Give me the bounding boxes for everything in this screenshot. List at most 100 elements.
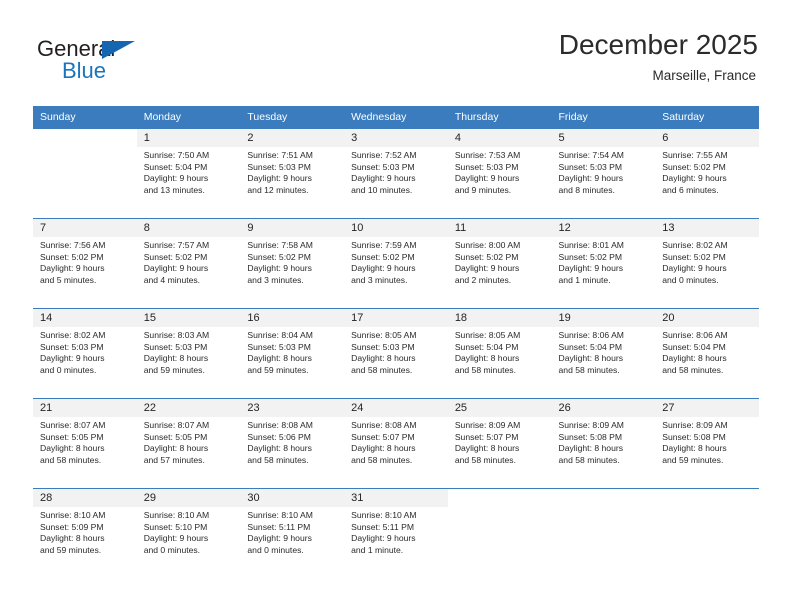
- sun-info-line: Sunrise: 7:52 AM: [351, 150, 417, 160]
- day-cell-11[interactable]: 11 Sunrise: 8:00 AM Sunset: 5:02 PM Dayligh…: [447, 219, 552, 308]
- day-sun-info: Sunrise: 8:05 AM Sunset: 5:04 PM Daylight:…: [448, 327, 552, 376]
- sun-info-line: Sunrise: 8:02 AM: [40, 330, 106, 340]
- sun-info-line: Daylight: 9 hours: [662, 263, 727, 274]
- day-cell-21[interactable]: 21 Sunrise: 8:07 AM Sunset: 5:05 PM Dayligh…: [33, 399, 137, 488]
- day-number: 15: [136, 309, 241, 327]
- day-cell-26[interactable]: 26 Sunrise: 8:09 AM Sunset: 5:08 PM Dayligh…: [551, 399, 656, 488]
- day-cell-13[interactable]: 13 Sunrise: 8:02 AM Sunset: 5:02 PM Dayligh…: [655, 219, 759, 308]
- day-cell-19[interactable]: 19 Sunrise: 8:06 AM Sunset: 5:04 PM Dayligh…: [551, 309, 656, 398]
- day-cell-3[interactable]: 3 Sunrise: 7:52 AM Sunset: 5:03 PM Daylight…: [344, 129, 448, 218]
- calendar-cell: 26 Sunrise: 8:09 AM Sunset: 5:08 PM Dayligh…: [551, 398, 656, 489]
- sun-info-line: Daylight: 9 hours: [351, 263, 416, 274]
- day-cell-24[interactable]: 24 Sunrise: 8:08 AM Sunset: 5:07 PM Dayligh…: [344, 399, 448, 488]
- day-cell-30[interactable]: 30 Sunrise: 8:10 AM Sunset: 5:11 PM Dayligh…: [240, 489, 345, 578]
- sun-info-line: Sunrise: 7:57 AM: [143, 240, 210, 250]
- calendar-cell: 31 Sunrise: 8:10 AM Sunset: 5:11 PM Dayligh…: [344, 488, 448, 578]
- calendar-cell: 24 Sunrise: 8:08 AM Sunset: 5:07 PM Dayligh…: [344, 398, 448, 489]
- day-number: 17: [344, 309, 448, 327]
- day-cell-17[interactable]: 17 Sunrise: 8:05 AM Sunset: 5:03 PM Dayligh…: [344, 309, 448, 398]
- sun-info-line: Daylight: 9 hours: [143, 263, 209, 274]
- calendar-week-row: 7 Sunrise: 7:56 AM Sunset: 5:02 PM Daylight…: [33, 218, 759, 309]
- sun-info-line: Sunset: 5:02 PM: [662, 161, 726, 172]
- sun-info-line: and 3 minutes.: [247, 274, 304, 285]
- day-cell-1[interactable]: 1 Sunrise: 7:50 AM Sunset: 5:04 PM Daylight…: [136, 129, 241, 218]
- sun-info-line: Daylight: 9 hours: [247, 263, 312, 274]
- day-cell-27[interactable]: 27 Sunrise: 8:09 AM Sunset: 5:08 PM Dayligh…: [655, 399, 759, 488]
- weekday-header-row: Sunday Monday Tuesday Wednesday Thursday Frid…: [33, 106, 759, 129]
- day-sun-info: Sunrise: 8:10 AM Sunset: 5:10 PM Daylight:…: [137, 507, 241, 556]
- sun-info-line: Sunset: 5:06 PM: [247, 431, 311, 442]
- sun-info-line: and 1 minute.: [351, 544, 404, 555]
- day-sun-info: Sunrise: 7:55 AM Sunset: 5:02 PM Daylight:…: [655, 147, 759, 196]
- sun-info-line: Sunset: 5:02 PM: [662, 251, 726, 262]
- calendar-cell: 20 Sunrise: 8:06 AM Sunset: 5:04 PM Dayligh…: [655, 308, 759, 399]
- sun-info-line: Daylight: 9 hours: [558, 173, 624, 184]
- day-cell-25[interactable]: 25 Sunrise: 8:09 AM Sunset: 5:07 PM Dayligh…: [447, 399, 552, 488]
- sun-info-line: and 8 minutes.: [558, 184, 615, 195]
- day-cell-23[interactable]: 23 Sunrise: 8:08 AM Sunset: 5:06 PM Dayligh…: [240, 399, 345, 488]
- weekday-header-tuesday: Tuesday: [240, 106, 345, 129]
- weekday-header-monday: Monday: [136, 106, 241, 129]
- day-cell-5[interactable]: 5 Sunrise: 7:54 AM Sunset: 5:03 PM Daylight…: [551, 129, 656, 218]
- sun-info-line: and 58 minutes.: [558, 364, 620, 375]
- sun-info-line: Sunset: 5:03 PM: [351, 161, 415, 172]
- day-cell-15[interactable]: 15 Sunrise: 8:03 AM Sunset: 5:03 PM Dayligh…: [136, 309, 241, 398]
- day-cell-6[interactable]: 6 Sunrise: 7:55 AM Sunset: 5:02 PM Daylight…: [655, 129, 759, 218]
- day-cell-20[interactable]: 20 Sunrise: 8:06 AM Sunset: 5:04 PM Dayligh…: [655, 309, 759, 398]
- day-cell-9[interactable]: 9 Sunrise: 7:58 AM Sunset: 5:02 PM Daylight…: [240, 219, 345, 308]
- calendar-cell: 22 Sunrise: 8:07 AM Sunset: 5:05 PM Dayligh…: [136, 398, 241, 489]
- day-cell-10[interactable]: 10 Sunrise: 7:59 AM Sunset: 5:02 PM Dayligh…: [344, 219, 448, 308]
- sun-info-line: Sunrise: 8:08 AM: [247, 420, 313, 430]
- sun-info-line: Sunrise: 8:05 AM: [351, 330, 417, 340]
- day-cell-14[interactable]: 14 Sunrise: 8:02 AM Sunset: 5:03 PM Dayligh…: [33, 309, 137, 398]
- day-number: 11: [447, 219, 552, 237]
- day-cell-16[interactable]: 16 Sunrise: 8:04 AM Sunset: 5:03 PM Dayligh…: [240, 309, 345, 398]
- sun-info-line: and 12 minutes.: [247, 184, 309, 195]
- day-cell-12[interactable]: 12 Sunrise: 8:01 AM Sunset: 5:02 PM Dayligh…: [551, 219, 656, 308]
- sun-info-line: and 13 minutes.: [143, 184, 205, 195]
- day-number: 7: [33, 219, 137, 237]
- sun-info-line: and 10 minutes.: [351, 184, 413, 195]
- day-cell-31[interactable]: 31 Sunrise: 8:10 AM Sunset: 5:11 PM Dayligh…: [344, 489, 448, 578]
- sun-info-line: Sunrise: 8:00 AM: [454, 240, 521, 250]
- calendar-cell: [655, 488, 759, 578]
- page-title: December 2025: [558, 29, 758, 60]
- calendar-cell: 8 Sunrise: 7:57 AM Sunset: 5:02 PM Daylight…: [136, 218, 241, 309]
- day-cell-29[interactable]: 29 Sunrise: 8:10 AM Sunset: 5:10 PM Dayligh…: [136, 489, 241, 578]
- sun-info-line: Sunset: 5:07 PM: [454, 431, 519, 442]
- triangle-icon: [102, 41, 135, 59]
- day-sun-info: Sunrise: 8:09 AM Sunset: 5:08 PM Daylight:…: [655, 417, 759, 466]
- sun-info-line: Daylight: 8 hours: [40, 533, 105, 544]
- sun-info-line: Sunrise: 7:51 AM: [247, 150, 313, 160]
- sun-info-line: and 3 minutes.: [351, 274, 408, 285]
- sun-info-line: Sunset: 5:04 PM: [143, 161, 208, 172]
- day-cell-28[interactable]: 28 Sunrise: 8:10 AM Sunset: 5:09 PM Dayligh…: [33, 489, 137, 578]
- day-cell-4[interactable]: 4 Sunrise: 7:53 AM Sunset: 5:03 PM Daylight…: [447, 129, 552, 218]
- page-header: General Blue December 2025 Marseille, Fr…: [34, 28, 758, 96]
- sun-info-line: and 59 minutes.: [662, 454, 724, 465]
- day-sun-info: Sunrise: 8:03 AM Sunset: 5:03 PM Daylight:…: [137, 327, 241, 376]
- calendar-cell: 30 Sunrise: 8:10 AM Sunset: 5:11 PM Dayligh…: [240, 488, 345, 578]
- day-sun-info: Sunrise: 7:58 AM Sunset: 5:02 PM Daylight:…: [240, 237, 344, 286]
- sun-info-line: Sunrise: 8:01 AM: [558, 240, 624, 250]
- day-cell-8[interactable]: 8 Sunrise: 7:57 AM Sunset: 5:02 PM Daylight…: [136, 219, 241, 308]
- sun-info-line: Daylight: 8 hours: [351, 353, 416, 364]
- day-cell-7[interactable]: 7 Sunrise: 7:56 AM Sunset: 5:02 PM Daylight…: [33, 219, 137, 308]
- day-sun-info: Sunrise: 7:59 AM Sunset: 5:02 PM Daylight:…: [344, 237, 448, 286]
- sun-info-line: Sunrise: 8:03 AM: [143, 330, 210, 340]
- sun-info-line: Sunset: 5:03 PM: [143, 341, 208, 352]
- general-blue-logo[interactable]: General Blue: [34, 36, 214, 92]
- sun-info-line: Sunset: 5:02 PM: [351, 251, 415, 262]
- sun-info-line: and 58 minutes.: [454, 454, 516, 465]
- day-sun-info: [448, 507, 552, 510]
- sun-info-line: Sunrise: 8:10 AM: [247, 510, 313, 520]
- day-cell-18[interactable]: 18 Sunrise: 8:05 AM Sunset: 5:04 PM Dayligh…: [447, 309, 552, 398]
- day-cell-22[interactable]: 22 Sunrise: 8:07 AM Sunset: 5:05 PM Dayligh…: [136, 399, 241, 488]
- day-number: 5: [551, 129, 656, 147]
- sun-info-line: and 0 minutes.: [143, 544, 201, 555]
- day-cell-empty: [33, 129, 137, 218]
- day-cell-empty: [655, 489, 759, 578]
- day-cell-2[interactable]: 2 Sunrise: 7:51 AM Sunset: 5:03 PM Daylight…: [240, 129, 345, 218]
- day-number: 30: [240, 489, 345, 507]
- calendar-cell: 6 Sunrise: 7:55 AM Sunset: 5:02 PM Daylight…: [655, 128, 759, 219]
